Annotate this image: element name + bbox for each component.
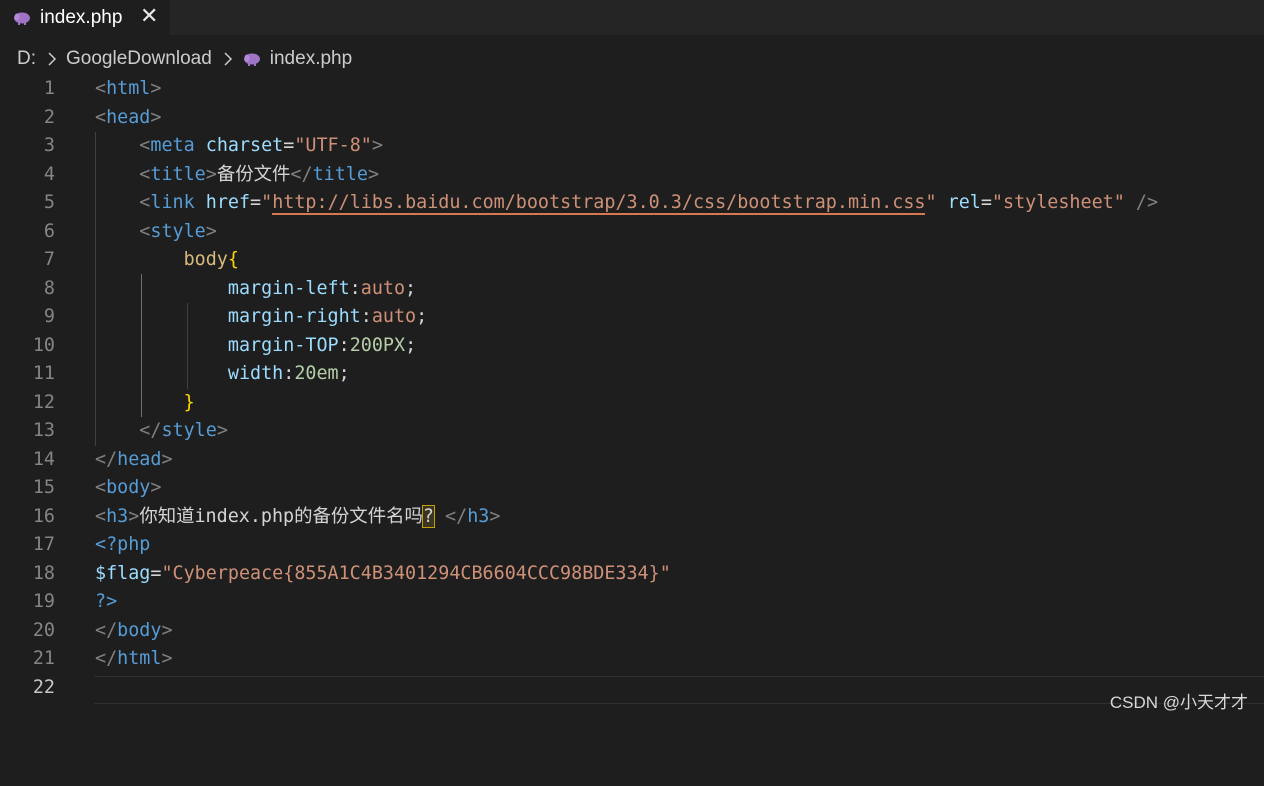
close-icon[interactable]: ✕	[140, 3, 158, 29]
code-token: href	[205, 192, 251, 213]
code-token: html	[106, 78, 151, 99]
code-token: auto	[371, 306, 417, 327]
line-number: 22	[32, 676, 55, 698]
line-number: 10	[32, 334, 55, 356]
code-line: 20 </body>	[0, 617, 1264, 645]
code-token: ?	[421, 504, 435, 528]
chevron-right-icon	[224, 52, 232, 66]
line-number: 8	[43, 277, 55, 299]
code-token: html	[117, 648, 162, 669]
code-token: body	[117, 619, 162, 641]
chevron-right-icon	[48, 52, 57, 66]
line-number: 2	[43, 106, 55, 128]
code-line-current[interactable]: 22	[0, 674, 1264, 702]
code-token: "UTF-8"	[294, 135, 372, 156]
code-line: 12 }	[0, 389, 1264, 417]
code-line: 13 </style>	[0, 417, 1264, 445]
code-token: meta	[150, 135, 195, 156]
code-token: charset	[205, 135, 284, 156]
code-line: 2 <head>	[0, 104, 1264, 132]
code-line: 1 <html>	[0, 75, 1264, 103]
line-number: 16	[32, 505, 55, 527]
line-number: 13	[32, 420, 55, 441]
code-token: body	[183, 249, 228, 270]
code-token: "	[261, 192, 273, 213]
tab-index-php[interactable]: index.php ✕	[0, 0, 170, 35]
code-line: 4 <title>备份文件</title>	[0, 161, 1264, 189]
code-token: $flag	[95, 562, 151, 584]
editor-tab-bar: index.php ✕	[0, 0, 1264, 35]
code-line: 21 </html>	[0, 645, 1264, 673]
code-line: 9 margin-right:auto;	[0, 303, 1264, 331]
code-line: 14 </head>	[0, 446, 1264, 474]
breadcrumb-file[interactable]: index.php	[242, 48, 352, 70]
line-number: 19	[32, 591, 55, 612]
code-token: <?php	[95, 534, 151, 555]
php-elephant-icon	[14, 12, 30, 25]
breadcrumb-drive[interactable]: D:	[17, 48, 36, 70]
code-token: h3	[467, 505, 490, 527]
line-number: 3	[43, 135, 55, 156]
code-link[interactable]: http://libs.baidu.com/bootstrap/3.0.3/cs…	[272, 192, 926, 215]
code-line: 15 <body>	[0, 474, 1264, 502]
code-token: h3	[106, 505, 129, 527]
code-token: "stylesheet"	[991, 192, 1125, 213]
code-token: 200PX	[349, 334, 406, 356]
code-token: 你知道index.php的备份文件名吗	[139, 505, 423, 527]
line-number: 21	[32, 648, 55, 669]
code-token: margin-TOP	[227, 334, 339, 356]
line-number: 18	[32, 562, 55, 584]
tab-label: index.php	[40, 6, 123, 28]
code-line: 10 margin-TOP:200PX;	[0, 332, 1264, 360]
code-line: 18 $flag="Cyberpeace{855A1C4B3401294CB66…	[0, 560, 1264, 588]
code-token: link	[150, 192, 195, 213]
code-line: 6 <style>	[0, 218, 1264, 246]
code-line: 5 <link href="http://libs.baidu.com/boot…	[0, 189, 1264, 217]
line-number: 5	[43, 192, 55, 213]
code-line: 17 <?php	[0, 531, 1264, 559]
code-token: 20em	[294, 363, 339, 384]
php-elephant-icon	[243, 53, 260, 66]
code-line: 11 width:20em;	[0, 360, 1264, 388]
code-token: ?>	[95, 591, 118, 612]
code-token: width	[227, 363, 284, 384]
breadcrumb-folder[interactable]: GoogleDownload	[66, 48, 212, 70]
line-number: 14	[32, 448, 55, 470]
code-token: title	[150, 163, 206, 185]
breadcrumb-file-label: index.php	[269, 48, 353, 69]
code-token: "Cyberpeace{855A1C4B3401294CB6604CCC98BD…	[161, 562, 671, 584]
line-number: 20	[32, 619, 55, 641]
line-number: 6	[43, 220, 55, 242]
code-token: head	[117, 448, 162, 470]
code-token: style	[161, 420, 217, 441]
code-line: 8 margin-left:auto;	[0, 275, 1264, 303]
code-line: 16 <h3>你知道index.php的备份文件名吗? </h3>	[0, 503, 1264, 531]
code-token: body	[106, 477, 151, 498]
code-token: title	[312, 163, 368, 185]
code-token: head	[106, 106, 151, 128]
line-number: 9	[43, 306, 55, 327]
code-line: 7 body{	[0, 246, 1264, 274]
line-number: 17	[32, 534, 55, 555]
line-number: 12	[32, 391, 55, 413]
code-line: 19 ?>	[0, 588, 1264, 616]
code-token: auto	[360, 277, 406, 299]
code-token: "	[925, 192, 937, 213]
code-token: style	[150, 220, 206, 242]
line-number: 15	[32, 477, 55, 498]
line-number: 7	[43, 249, 55, 270]
line-number: 4	[43, 163, 55, 185]
code-token: margin-left	[227, 277, 350, 299]
code-editor[interactable]: 1 <html> 2 <head> 3 <meta charset="UTF-8…	[0, 75, 1264, 722]
line-number: 11	[32, 363, 55, 384]
breadcrumb: D: GoogleDownload index.php	[0, 44, 1264, 74]
watermark: CSDN @小天才才	[1109, 693, 1248, 712]
code-line: 3 <meta charset="UTF-8">	[0, 132, 1264, 160]
code-token: margin-right	[227, 306, 361, 327]
code-token: 备份文件	[216, 163, 291, 185]
code-token: rel	[947, 192, 981, 213]
line-number: 1	[43, 78, 55, 99]
